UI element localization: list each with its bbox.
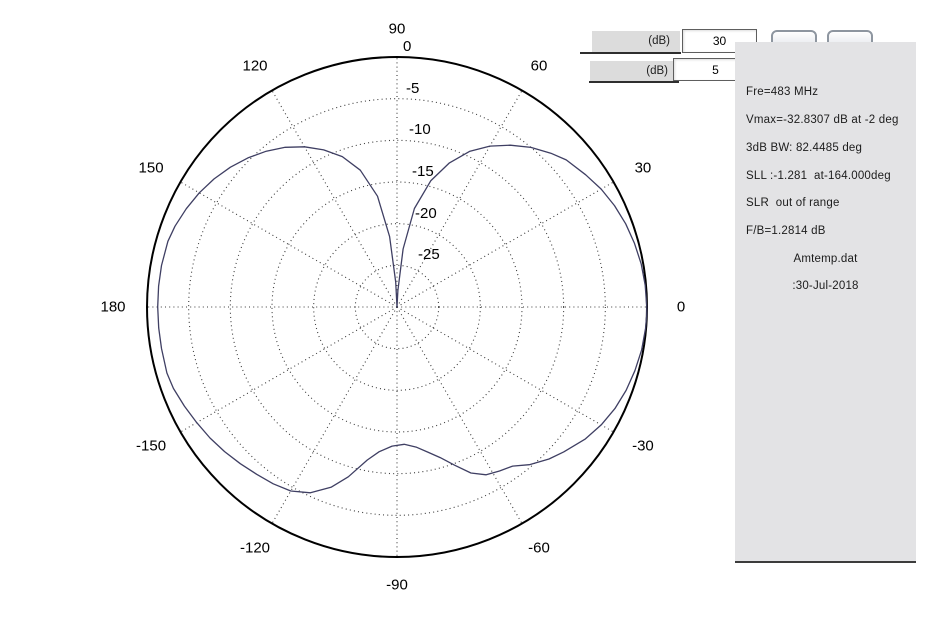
angle-tick-label: -60 <box>528 539 550 556</box>
slr-text: SLR out of range <box>746 197 840 209</box>
angle-tick-label: 120 <box>242 58 267 75</box>
angle-tick-label: -150 <box>136 438 166 455</box>
angle-tick-label: -120 <box>240 539 270 556</box>
radial-tick-label: -20 <box>415 205 437 222</box>
db-step-label: (dB) <box>590 61 678 81</box>
date-text: :30-Jul-2018 <box>735 280 916 292</box>
sll-text: SLL :-1.281 at-164.000deg <box>746 170 891 182</box>
angle-tick-label: -30 <box>632 438 654 455</box>
frequency-text: Fre=483 MHz <box>746 86 818 98</box>
radial-tick-label: -15 <box>412 163 434 180</box>
radial-tick-label: -25 <box>418 246 440 263</box>
angle-tick-label: 30 <box>635 160 652 177</box>
app-window: 0 30 60 90 120 150 180 -150 -120 -90 -60 -30 0 -5 -10 -… <box>0 0 941 632</box>
angle-tick-label: 0 <box>677 299 685 316</box>
angle-tick-label: -90 <box>386 577 408 594</box>
db-range-label: (dB) <box>592 31 680 52</box>
vmax-text: Vmax=-32.8307 dB at -2 deg <box>746 114 899 126</box>
angle-tick-label: 180 <box>100 299 125 316</box>
radial-tick-label: -10 <box>409 121 431 138</box>
divider-line <box>589 81 679 83</box>
data-file-name: Amtemp.dat <box>735 253 916 265</box>
angle-tick-label: 60 <box>531 58 548 75</box>
radial-tick-label: -5 <box>406 80 419 97</box>
radial-tick-label: 0 <box>403 38 411 55</box>
beamwidth-text: 3dB BW: 82.4485 deg <box>746 142 862 154</box>
results-panel: Fre=483 MHz Vmax=-32.8307 dB at -2 deg 3… <box>735 42 916 563</box>
divider-line <box>580 52 681 54</box>
fb-ratio-text: F/B=1.2814 dB <box>746 225 826 237</box>
angle-tick-label: 150 <box>139 160 164 177</box>
angle-tick-label: 90 <box>389 21 406 38</box>
